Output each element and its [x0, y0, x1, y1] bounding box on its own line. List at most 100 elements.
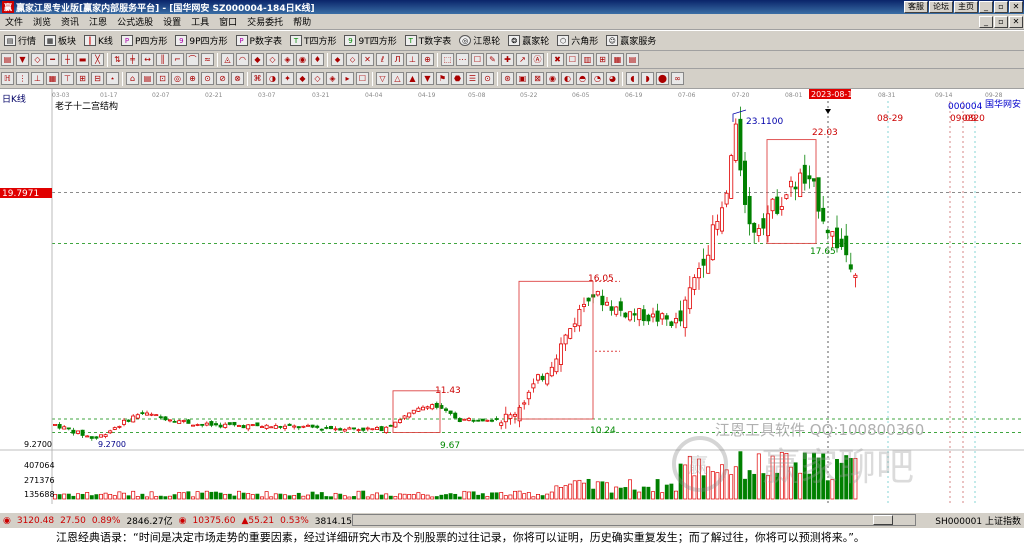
indicator-tool-8-icon[interactable]: ⋆ — [106, 72, 119, 85]
indicator-tool-28-icon[interactable]: ▼ — [421, 72, 434, 85]
indicator-tool-34-icon[interactable]: ▣ — [516, 72, 529, 85]
indicator-tool-5-icon[interactable]: ⊤ — [61, 72, 74, 85]
draw-tool-5-icon[interactable]: ┼ — [61, 53, 74, 66]
tb-board-button[interactable]: ▦ 板块 — [40, 32, 80, 50]
indicator-tool-44-icon[interactable]: ∞ — [671, 72, 684, 85]
menu-settings[interactable]: 设置 — [158, 15, 186, 28]
indicator-tool-27-icon[interactable]: ▲ — [406, 72, 419, 85]
indicator-tool-10-icon[interactable]: ▤ — [141, 72, 154, 85]
indicator-tool-26-icon[interactable]: △ — [391, 72, 404, 85]
indicator-tool-9-icon[interactable]: ⌂ — [126, 72, 139, 85]
draw-tool-12-icon[interactable]: ⌐ — [171, 53, 184, 66]
draw-tool-33-icon[interactable]: ✚ — [501, 53, 514, 66]
indicator-tool-16-icon[interactable]: ⊗ — [231, 72, 244, 85]
forum-link[interactable]: 论坛 — [929, 1, 953, 13]
draw-tool-1-icon[interactable]: ▤ — [1, 53, 14, 66]
menu-browse[interactable]: 浏览 — [28, 15, 56, 28]
indicator-tool-18-icon[interactable]: ◑ — [266, 72, 279, 85]
menu-news[interactable]: 资讯 — [56, 15, 84, 28]
draw-tool-4-icon[interactable]: ━ — [46, 53, 59, 66]
draw-tool-32-icon[interactable]: ✎ — [486, 53, 499, 66]
close-button[interactable]: ✕ — [1009, 1, 1023, 13]
indicator-tool-43-icon[interactable]: ⬤ — [656, 72, 669, 85]
homepage-link[interactable]: 主页 — [954, 1, 978, 13]
restore-button[interactable]: ▫ — [994, 1, 1008, 13]
draw-tool-16-icon[interactable]: ◠ — [236, 53, 249, 66]
tb-t-number-button[interactable]: T T数字表 — [401, 32, 456, 50]
scrollbar-thumb[interactable] — [873, 515, 893, 525]
draw-tool-3-icon[interactable]: ◇ — [31, 53, 44, 66]
tb-kline-button[interactable]: ┃ K线 — [80, 32, 117, 50]
draw-tool-34-icon[interactable]: ↗ — [516, 53, 529, 66]
draw-tool-22-icon[interactable]: ⬥ — [331, 53, 344, 66]
indicator-tool-11-icon[interactable]: ⊡ — [156, 72, 169, 85]
draw-tool-25-icon[interactable]: ℓ — [376, 53, 389, 66]
draw-tool-23-icon[interactable]: ⬦ — [346, 53, 359, 66]
indicator-tool-37-icon[interactable]: ◐ — [561, 72, 574, 85]
menu-trade[interactable]: 交易委托 — [242, 15, 288, 28]
indicator-tool-31-icon[interactable]: ☰ — [466, 72, 479, 85]
tb-t-square-button[interactable]: T T四方形 — [286, 32, 341, 50]
indicator-tool-1-icon[interactable]: ℍ — [1, 72, 14, 85]
draw-tool-39-icon[interactable]: ⊞ — [596, 53, 609, 66]
indicator-tool-21-icon[interactable]: ◇ — [311, 72, 324, 85]
tb-p-number-button[interactable]: P P数字表 — [232, 32, 286, 50]
draw-tool-10-icon[interactable]: ↔ — [141, 53, 154, 66]
indicator-tool-33-icon[interactable]: ⊛ — [501, 72, 514, 85]
draw-tool-14-icon[interactable]: ≈ — [201, 53, 214, 66]
draw-tool-21-icon[interactable]: ♦ — [311, 53, 324, 66]
indicator-tool-20-icon[interactable]: ◆ — [296, 72, 309, 85]
indicator-tool-32-icon[interactable]: ⊙ — [481, 72, 494, 85]
draw-tool-36-icon[interactable]: ✖ — [551, 53, 564, 66]
draw-tool-31-icon[interactable]: ☐ — [471, 53, 484, 66]
tb-quote-button[interactable]: ▤ 行情 — [0, 32, 40, 50]
menu-tools[interactable]: 工具 — [186, 15, 214, 28]
indicator-tool-36-icon[interactable]: ◉ — [546, 72, 559, 85]
menu-help[interactable]: 帮助 — [288, 15, 316, 28]
tb-hexagon-button[interactable]: ⬡ 六角形 — [553, 32, 602, 50]
menu-window[interactable]: 窗口 — [214, 15, 242, 28]
indicator-tool-17-icon[interactable]: ⌘ — [251, 72, 264, 85]
tb-p-square-button[interactable]: P P四方形 — [117, 32, 171, 50]
indicator-tool-13-icon[interactable]: ⊕ — [186, 72, 199, 85]
draw-tool-19-icon[interactable]: ◈ — [281, 53, 294, 66]
indicator-tool-15-icon[interactable]: ⊘ — [216, 72, 229, 85]
indicator-tool-19-icon[interactable]: ✦ — [281, 72, 294, 85]
draw-tool-29-icon[interactable]: ⬚ — [441, 53, 454, 66]
customer-service-link[interactable]: 客服 — [904, 1, 928, 13]
draw-tool-8-icon[interactable]: ⇅ — [111, 53, 124, 66]
draw-tool-7-icon[interactable]: ╳ — [91, 53, 104, 66]
draw-tool-30-icon[interactable]: ⋯ — [456, 53, 469, 66]
draw-tool-17-icon[interactable]: ◆ — [251, 53, 264, 66]
draw-tool-11-icon[interactable]: ║ — [156, 53, 169, 66]
indicator-tool-38-icon[interactable]: ◓ — [576, 72, 589, 85]
tb-winner-wheel-button[interactable]: ❂ 赢家轮 — [504, 32, 553, 50]
indicator-tool-7-icon[interactable]: ⊟ — [91, 72, 104, 85]
indicator-tool-25-icon[interactable]: ▽ — [376, 72, 389, 85]
draw-tool-24-icon[interactable]: ✕ — [361, 53, 374, 66]
indicator-tool-12-icon[interactable]: ◎ — [171, 72, 184, 85]
indicator-tool-14-icon[interactable]: ⊙ — [201, 72, 214, 85]
draw-tool-27-icon[interactable]: ⊥ — [406, 53, 419, 66]
draw-tool-15-icon[interactable]: ◬ — [221, 53, 234, 66]
draw-tool-41-icon[interactable]: ▤ — [626, 53, 639, 66]
draw-tool-40-icon[interactable]: ▦ — [611, 53, 624, 66]
minimize-button[interactable]: _ — [979, 1, 993, 13]
indicator-tool-22-icon[interactable]: ◈ — [326, 72, 339, 85]
tb-9t-square-button[interactable]: 9 9T四方形 — [340, 32, 400, 50]
draw-tool-13-icon[interactable]: ⌒ — [186, 53, 199, 66]
draw-tool-35-icon[interactable]: Ⓐ — [531, 53, 544, 66]
menu-formula[interactable]: 公式选股 — [112, 15, 158, 28]
indicator-tool-3-icon[interactable]: ⊥ — [31, 72, 44, 85]
tb-9p-square-button[interactable]: 9 9P四方形 — [171, 32, 231, 50]
indicator-tool-42-icon[interactable]: ◗ — [641, 72, 654, 85]
child-minimize-button[interactable]: _ — [979, 15, 993, 28]
indicator-tool-30-icon[interactable]: ⬣ — [451, 72, 464, 85]
indicator-tool-39-icon[interactable]: ◔ — [591, 72, 604, 85]
kline-chart[interactable]: 03-03 01-17 02-07 02-21 03-07 03-21 04-04 04-19… — [0, 89, 1024, 512]
menu-file[interactable]: 文件 — [0, 15, 28, 28]
indicator-tool-6-icon[interactable]: ⊞ — [76, 72, 89, 85]
draw-tool-20-icon[interactable]: ◉ — [296, 53, 309, 66]
indicator-tool-41-icon[interactable]: ◖ — [626, 72, 639, 85]
indicator-tool-29-icon[interactable]: ⚑ — [436, 72, 449, 85]
